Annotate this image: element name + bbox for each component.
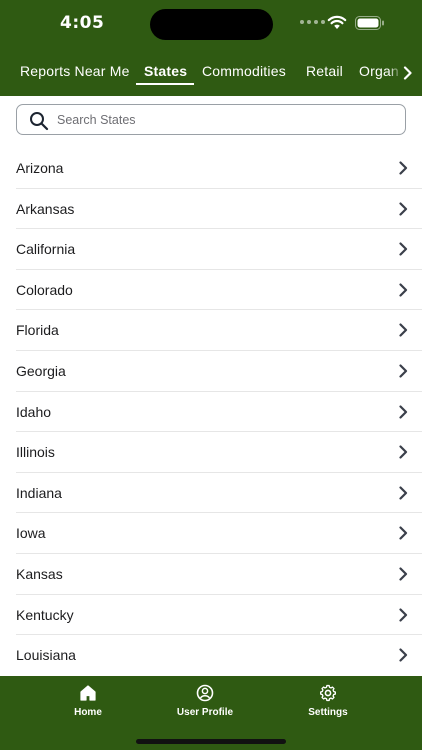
state-name: Indiana	[16, 484, 62, 501]
dynamic-island	[150, 9, 273, 40]
nav-home-label: Home	[74, 707, 102, 718]
home-icon	[80, 685, 96, 701]
state-name: Louisiana	[16, 647, 76, 664]
list-item[interactable]: Iowa	[16, 513, 422, 554]
list-item[interactable]: Florida	[16, 310, 422, 351]
chevron-right-icon	[399, 283, 408, 297]
list-item[interactable]: Idaho	[16, 392, 422, 433]
search-bar	[16, 104, 406, 135]
state-name: Kentucky	[16, 606, 74, 623]
state-name: Idaho	[16, 403, 52, 420]
chevron-right-icon	[399, 486, 408, 500]
nav-settings-label: Settings	[308, 707, 348, 718]
chevron-right-icon	[399, 404, 408, 419]
state-name: Kansas	[16, 565, 63, 582]
home-indicator	[136, 739, 286, 744]
tab-states[interactable]: States	[144, 63, 187, 79]
active-tab-indicator	[136, 83, 194, 85]
tab-commodities[interactable]: Commodities	[202, 63, 286, 79]
list-item[interactable]: Kentucky	[16, 595, 422, 636]
tab-retail[interactable]: Retail	[306, 63, 343, 79]
nav-home[interactable]: Home	[33, 682, 143, 718]
user-profile-icon	[196, 684, 214, 702]
list-item[interactable]: Arkansas	[16, 189, 422, 230]
status-time: 4:05	[60, 13, 105, 33]
nav-user-profile[interactable]: User Profile	[150, 682, 260, 718]
state-name: Georgia	[16, 362, 66, 379]
list-item[interactable]: Kansas	[16, 554, 422, 595]
battery-icon	[355, 16, 384, 30]
state-name: Iowa	[16, 525, 46, 542]
wifi-icon	[327, 15, 347, 29]
list-item[interactable]: Illinois	[16, 432, 422, 473]
list-item[interactable]: California	[16, 229, 422, 270]
list-item[interactable]: Indiana	[16, 473, 422, 514]
tab-reports-near-me[interactable]: Reports Near Me	[20, 63, 130, 79]
chevron-right-icon	[399, 607, 408, 622]
search-icon	[30, 112, 49, 131]
states-list: Arizona Arkansas California Colorado Flo…	[0, 148, 422, 676]
category-tabs: Reports Near Me States Commodities Retai…	[0, 56, 422, 92]
list-item[interactable]: Georgia	[16, 351, 422, 392]
state-name: California	[16, 241, 76, 258]
state-name: Florida	[16, 322, 59, 339]
app-header: 4:05 Reports Near Me States Commodities …	[0, 0, 422, 96]
chevron-right-icon	[399, 201, 408, 216]
list-item[interactable]: Arizona	[16, 148, 422, 189]
search-input[interactable]	[57, 109, 397, 131]
status-bar: 4:05	[0, 0, 422, 48]
signal-icon	[300, 20, 325, 24]
chevron-right-icon	[399, 445, 408, 459]
state-name: Colorado	[16, 281, 73, 298]
chevron-right-icon[interactable]	[403, 66, 413, 80]
chevron-right-icon	[399, 648, 408, 662]
state-name: Arkansas	[16, 200, 75, 217]
nav-settings[interactable]: Settings	[273, 682, 383, 718]
state-name: Illinois	[16, 444, 55, 461]
state-name: Arizona	[16, 160, 64, 176]
chevron-right-icon	[399, 323, 408, 337]
chevron-right-icon	[399, 161, 408, 175]
chevron-right-icon	[399, 567, 408, 581]
gear-icon	[320, 684, 336, 702]
list-item[interactable]: Louisiana	[16, 635, 422, 676]
list-item[interactable]: Colorado	[16, 270, 422, 311]
chevron-right-icon	[399, 364, 408, 378]
nav-user-profile-label: User Profile	[176, 707, 234, 718]
chevron-right-icon	[399, 242, 408, 256]
chevron-right-icon	[399, 526, 408, 540]
